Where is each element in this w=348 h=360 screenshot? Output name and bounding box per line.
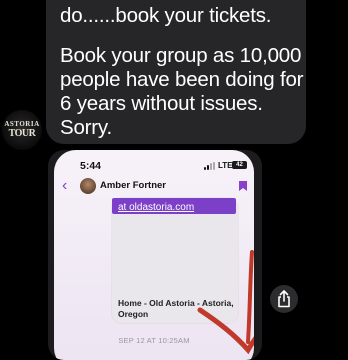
- screenshot-attachment[interactable]: 5:44 LTE 42 ‹ Amber Fortner Home - Old A…: [48, 150, 262, 360]
- link-text: at oldastoria.com: [118, 202, 194, 213]
- message-line-2: Book your group as 10,000 people have be…: [60, 44, 304, 139]
- phone-screenshot: 5:44 LTE 42 ‹ Amber Fortner Home - Old A…: [54, 150, 254, 360]
- link-url: oldastoria.com: [129, 202, 195, 213]
- avatar-logo-subtext: TOUR: [8, 128, 36, 139]
- signal-icon: [204, 162, 218, 170]
- chat-header: ‹ Amber Fortner: [54, 176, 254, 198]
- link-bubble: at oldastoria.com: [112, 198, 236, 214]
- share-button[interactable]: [270, 285, 298, 313]
- network-label: LTE: [218, 161, 233, 170]
- status-bar: 5:44 LTE 42: [54, 150, 254, 176]
- message-line-1: do......book your tickets.: [60, 4, 272, 27]
- contact-name: Amber Fortner: [100, 180, 166, 191]
- link-preview-title: Home - Old Astoria - Astoria, Oregon: [118, 298, 234, 319]
- message-timestamp: SEP 12 AT 10:25AM: [118, 336, 190, 345]
- contact-avatar: [80, 178, 96, 194]
- avatar-logo-text: ASTORIA: [4, 120, 40, 128]
- bookmark-icon: [239, 181, 247, 191]
- link-prefix: at: [118, 202, 130, 213]
- share-icon: [278, 290, 290, 308]
- link-preview-card: Home - Old Astoria - Astoria, Oregon: [112, 198, 238, 323]
- battery-icon: 42: [232, 161, 247, 169]
- status-time: 5:44: [80, 160, 102, 172]
- message-bubble: do......book your tickets. Book your gro…: [46, 0, 306, 144]
- chevron-left-icon: ‹: [62, 177, 68, 194]
- sender-avatar[interactable]: ASTORIA TOUR: [2, 110, 42, 150]
